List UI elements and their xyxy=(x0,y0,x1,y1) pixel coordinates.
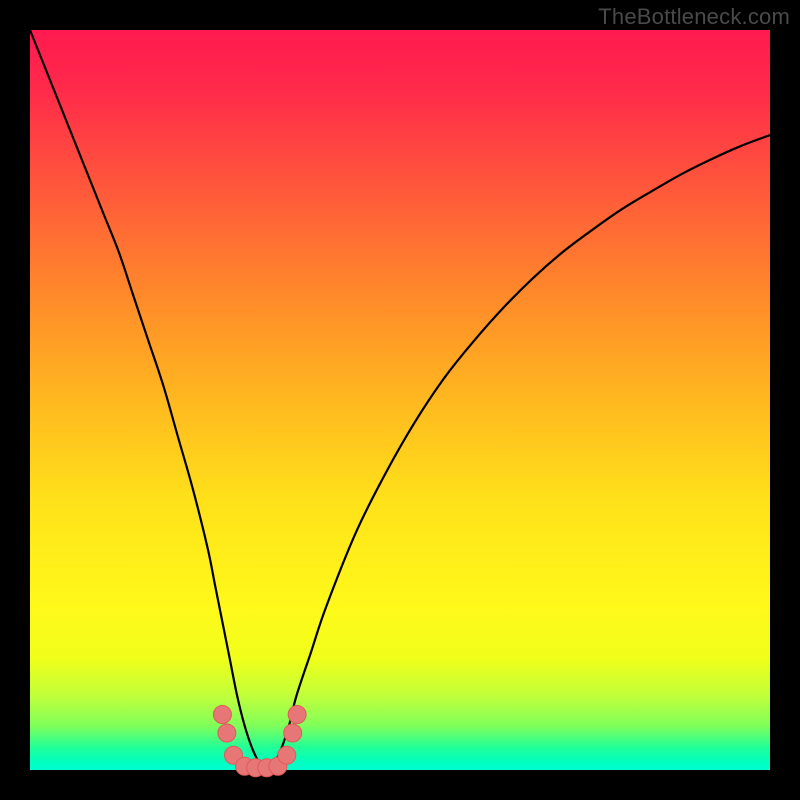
highlight-marker xyxy=(284,724,302,742)
highlight-marker xyxy=(218,724,236,742)
bottleneck-curve xyxy=(30,30,770,766)
plot-area xyxy=(30,30,770,770)
highlight-markers xyxy=(213,706,306,777)
highlight-marker xyxy=(288,706,306,724)
highlight-marker xyxy=(213,706,231,724)
curve-layer xyxy=(30,30,770,770)
highlight-marker xyxy=(278,746,296,764)
chart-frame: TheBottleneck.com xyxy=(0,0,800,800)
watermark-text: TheBottleneck.com xyxy=(598,4,790,30)
